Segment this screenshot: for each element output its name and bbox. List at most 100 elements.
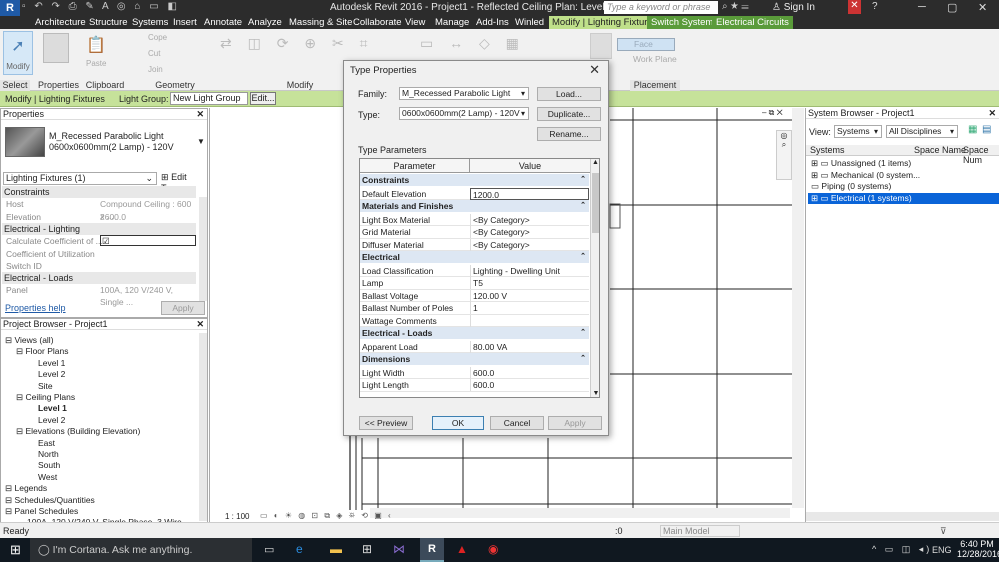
browser-scrollbar[interactable] <box>199 333 207 521</box>
cancel-button[interactable]: Cancel <box>490 416 544 430</box>
task-view-icon[interactable]: ▭ <box>264 543 274 556</box>
close-icon[interactable]: ✕ <box>589 62 600 78</box>
parameter-value[interactable] <box>470 314 589 327</box>
parameter-row[interactable]: Default Elevation 1200.0 <box>360 187 589 200</box>
browser-tree-item[interactable]: Level 1 <box>38 403 67 415</box>
collapse-icon[interactable]: ⌃ <box>580 353 586 365</box>
sign-in-link[interactable]: ♙ Sign In <box>772 2 815 13</box>
preview-button[interactable]: << Preview <box>359 416 413 430</box>
rename-button[interactable]: Rename... <box>537 127 601 141</box>
design-option-select[interactable]: Main Model <box>660 525 740 537</box>
browser-tree-item[interactable]: Level 1 <box>38 358 65 370</box>
store-icon[interactable]: ⊞ <box>362 542 372 556</box>
face-button[interactable]: Face <box>617 38 675 51</box>
property-row[interactable]: Switch ID <box>2 260 196 272</box>
parameter-value[interactable]: 1200.0 <box>470 187 589 200</box>
collapse-icon[interactable]: ⌃ <box>580 251 586 263</box>
view-measure-icons[interactable]: ▭ ↔ ◇ ▦ <box>420 35 525 52</box>
clock[interactable]: 6:40 PM 12/28/2016 <box>957 539 999 559</box>
parameter-value[interactable]: 600.0 <box>470 366 589 379</box>
tab-collaborate[interactable]: Collaborate <box>353 16 402 29</box>
parameter-group[interactable]: Electrical - Loads ⌃ <box>360 327 589 339</box>
properties-help-link[interactable]: Properties help <box>5 303 66 313</box>
edge-icon[interactable]: e <box>296 542 303 556</box>
browser-tree-item[interactable]: Level 2 <box>38 415 65 427</box>
value-column-header[interactable]: Value <box>470 159 590 173</box>
parameter-value[interactable]: 600.0 <box>470 379 589 391</box>
search-input[interactable]: Type a keyword or phrase <box>604 1 718 14</box>
tab-massing-site[interactable]: Massing & Site <box>289 16 352 29</box>
parameter-row[interactable]: Wattage Comments <box>360 314 589 327</box>
type-select[interactable]: 0600x0600mm(2 Lamp) - 120V ▾ <box>399 107 529 120</box>
close-button[interactable]: ✕ <box>978 1 987 14</box>
browser-tree-item[interactable]: North <box>38 449 59 461</box>
column-settings-icon[interactable]: ▦ <box>968 124 977 135</box>
parameter-value[interactable]: <By Category> <box>470 238 589 251</box>
language-indicator[interactable]: ENG <box>932 545 952 555</box>
horizontal-scrollbar[interactable] <box>370 508 790 518</box>
windows-start-icon[interactable]: ⊞ <box>10 542 21 558</box>
property-row[interactable]: Elevation 2600.0 <box>2 211 196 223</box>
browser-tree-item[interactable]: ⊟ Ceiling Plans <box>16 392 75 404</box>
parameter-row[interactable]: Ballast Number of Poles 1 <box>360 302 589 315</box>
system-tree-item[interactable]: ⊞ ▭ Electrical (1 systems) <box>808 192 999 204</box>
parameter-value[interactable]: 1 <box>470 302 589 314</box>
quick-access-toolbar[interactable]: ▫ ↶ ↷ ⎙ ✎ A ◎ ⌂ ▭ ◧ <box>22 1 180 12</box>
application-menu-button[interactable]: R <box>0 0 20 16</box>
parameter-row[interactable]: Diffuser Material <By Category> <box>360 238 589 251</box>
browser-tree-item[interactable]: ⊟ Views (all) <box>5 335 54 347</box>
close-icon[interactable]: ✕ <box>196 109 204 120</box>
parameter-row[interactable]: Light Length 600.0 <box>360 379 589 392</box>
tab-modify-lighting-fixtures[interactable]: Modify | Lighting Fixtures <box>549 16 661 29</box>
parameter-value[interactable]: <By Category> <box>470 213 589 226</box>
parameter-row[interactable]: Apparent Load 80.00 VA <box>360 340 589 353</box>
tab-winled[interactable]: Winled <box>515 16 544 29</box>
property-row[interactable]: Calculate Coefficient of ... ☑ <box>2 235 196 247</box>
properties-scrollbar[interactable] <box>199 197 207 301</box>
work-plane-button[interactable]: Work Plane <box>617 54 679 67</box>
parameter-group[interactable]: Constraints ⌃ <box>360 174 589 186</box>
parameter-row[interactable]: Ballast Voltage 120.00 V <box>360 289 589 302</box>
minimize-button[interactable]: ─ <box>918 1 926 13</box>
tab-manage[interactable]: Manage <box>435 16 469 29</box>
system-tree-item[interactable]: ▭ Piping (0 systems) <box>808 181 999 192</box>
file-explorer-icon[interactable]: ▬ <box>330 542 342 556</box>
light-group-select[interactable]: New Light Group <box>170 92 248 105</box>
parameter-group[interactable]: Electrical ⌃ <box>360 251 589 263</box>
system-tree-item[interactable]: ⊞ ▭ Mechanical (0 system... <box>808 170 999 181</box>
system-tray-icons[interactable]: ^ ▭ ◫ ◂) <box>872 544 932 555</box>
properties-icon[interactable] <box>43 33 69 63</box>
parameter-value[interactable]: Lighting - Dwelling Unit <box>470 264 589 277</box>
join-label[interactable]: Join <box>148 65 163 74</box>
parameter-group[interactable]: Dimensions ⌃ <box>360 353 589 365</box>
vertical-scrollbar[interactable] <box>792 108 804 508</box>
autocad-icon[interactable]: ▲ <box>456 542 468 556</box>
parameter-row[interactable]: Light Box Material <By Category> <box>360 213 589 226</box>
help-icon[interactable]: ? <box>872 1 878 12</box>
filter-icon[interactable]: ⊽ <box>940 526 947 537</box>
tab-structure[interactable]: Structure <box>89 16 128 29</box>
tab-architecture[interactable]: Architecture <box>35 16 86 29</box>
panel-select[interactable]: Select <box>0 80 30 91</box>
parameter-row[interactable]: Lamp T5 <box>360 277 589 290</box>
property-section[interactable]: Electrical - Lighting <box>2 222 196 235</box>
tab-insert[interactable]: Insert <box>173 16 197 29</box>
property-row[interactable]: Coefficient of Utilization <box>2 248 196 260</box>
collapse-icon[interactable]: ⌃ <box>580 174 586 186</box>
browser-tree-item[interactable]: Site <box>38 381 53 393</box>
autofit-icon[interactable]: ▤ <box>982 124 991 135</box>
tab-analyze[interactable]: Analyze <box>248 16 282 29</box>
family-select[interactable]: M_Recessed Parabolic Light ▾ <box>399 87 529 100</box>
horizontal-scrollbar[interactable] <box>806 512 999 521</box>
browser-tree-item[interactable]: ⊟ Elevations (Building Elevation) <box>16 426 140 438</box>
paste-icon[interactable]: 📋 <box>86 35 106 55</box>
parameter-value[interactable]: 120.00 V <box>470 289 589 302</box>
parameter-group[interactable]: Materials and Finishes ⌃ <box>360 200 589 212</box>
collapse-icon[interactable]: ⌃ <box>580 327 586 339</box>
grid-scrollbar[interactable]: ▲ ▼ <box>590 159 599 397</box>
maximize-button[interactable]: ▢ <box>947 1 957 14</box>
instance-filter-select[interactable]: Lighting Fixtures (1) ⌄ <box>3 172 157 185</box>
disciplines-select[interactable]: All Disciplines ▾ <box>886 125 958 138</box>
cut-label[interactable]: Cut <box>148 49 160 58</box>
property-value[interactable]: 100A, 120 V/240 V, Single ... <box>100 284 196 308</box>
